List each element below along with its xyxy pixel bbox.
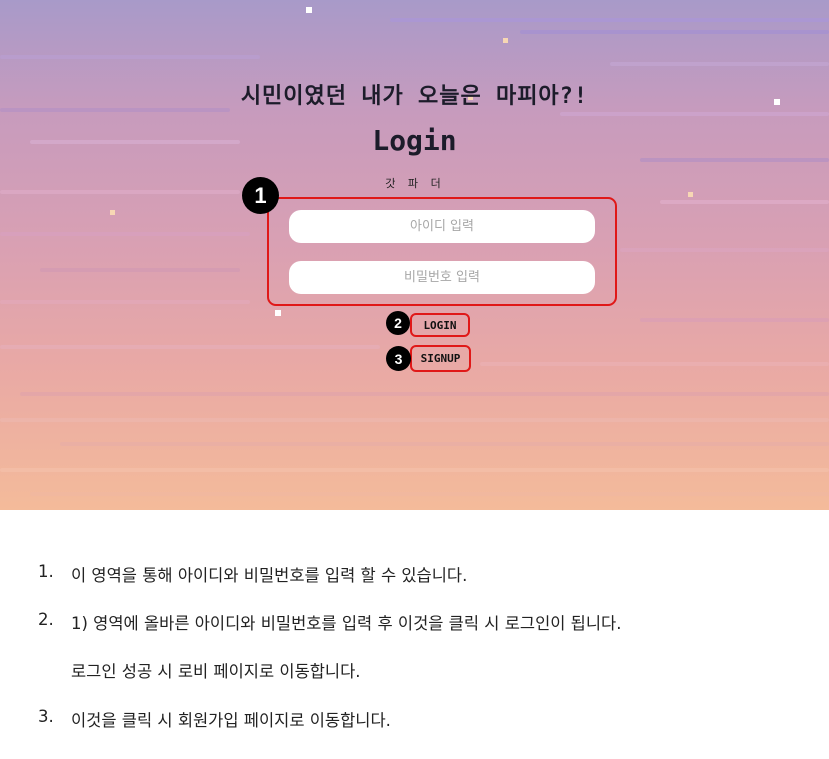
annotation-marker-1: 1 — [242, 177, 279, 214]
note-text: 로그인 성공 시 로비 페이지로 이동합니다. — [71, 662, 361, 681]
annotation-notes: 1. 이 영역을 통해 아이디와 비밀번호를 입력 할 수 있습니다. 2. 1… — [0, 510, 829, 759]
game-tagline: 갓 파 더 — [385, 177, 444, 190]
game-subtitle: 시민이였던 내가 오늘은 마피아?! — [240, 84, 589, 109]
login-screenshot: 시민이였던 내가 오늘은 마피아?! Login 갓 파 더 LOGIN SIG… — [0, 0, 829, 510]
note-number: 2. — [38, 610, 54, 629]
annotation-marker-2: 2 — [386, 311, 410, 335]
note-text: 이 영역을 통해 아이디와 비밀번호를 입력 할 수 있습니다. — [71, 566, 468, 585]
note-text: 이것을 클릭 시 회원가입 페이지로 이동합니다. — [71, 711, 391, 730]
id-input[interactable] — [289, 210, 595, 243]
page-title: Login — [372, 124, 457, 157]
login-button[interactable]: LOGIN — [410, 313, 470, 337]
note-number: 3. — [38, 707, 54, 726]
password-input[interactable] — [289, 261, 595, 294]
note-number: 1. — [38, 562, 54, 581]
annotation-marker-3: 3 — [386, 346, 411, 371]
note-text: 1) 영역에 올바른 아이디와 비밀번호를 입력 후 이것을 클릭 시 로그인이… — [71, 614, 622, 633]
signup-button[interactable]: SIGNUP — [410, 345, 471, 372]
